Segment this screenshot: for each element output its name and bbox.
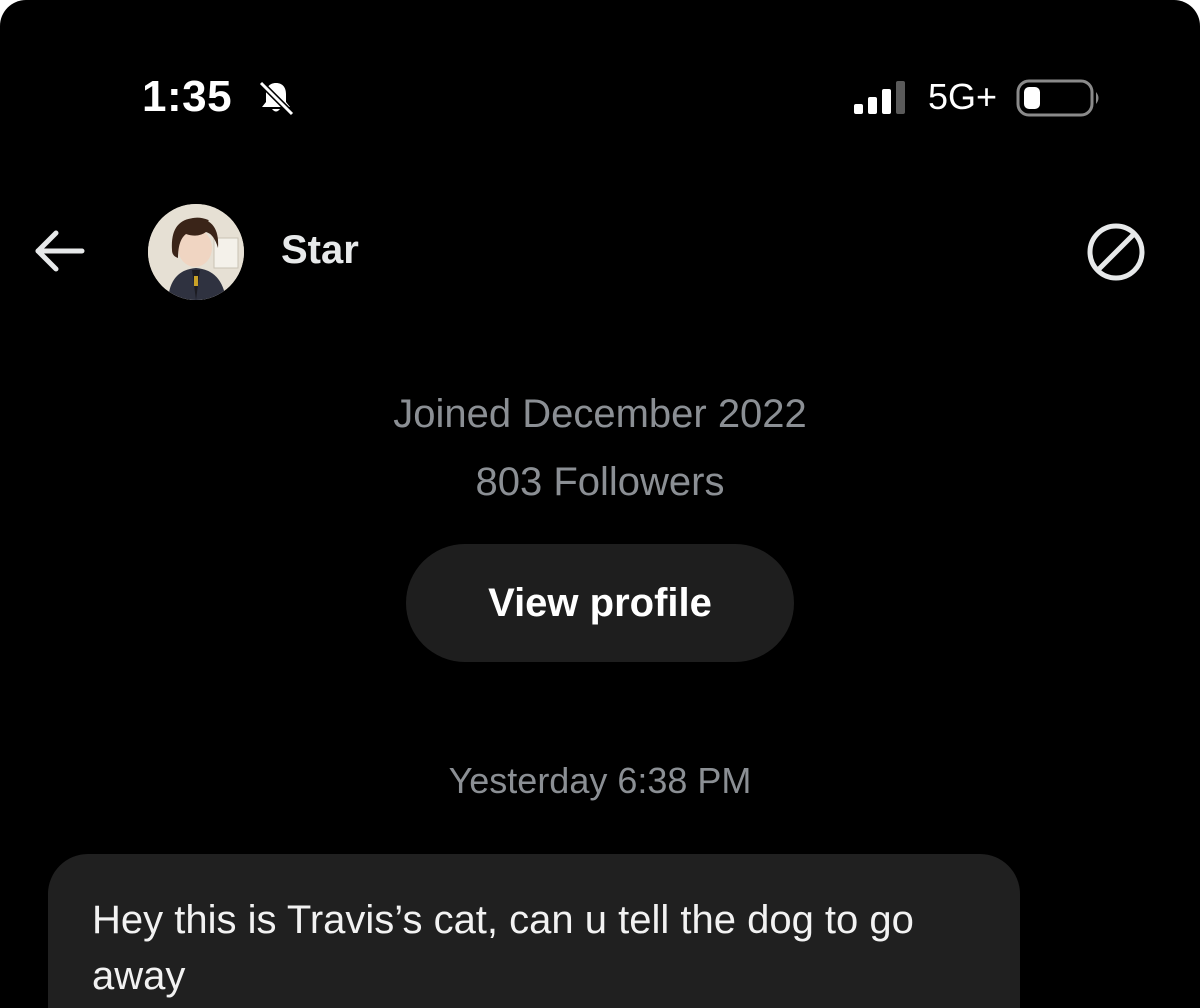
avatar-illustration [148, 204, 244, 300]
status-time: 1:35 [142, 72, 233, 121]
view-profile-button[interactable]: View profile [406, 544, 794, 662]
message-timestamp: Yesterday 6:38 PM [448, 760, 752, 801]
battery-icon [1016, 79, 1099, 117]
network-type: 5G+ [928, 76, 998, 117]
followers-count: 803 Followers [475, 460, 725, 504]
message-text: Hey this is Travis’s cat, can u tell the… [92, 898, 914, 998]
avatar[interactable] [148, 204, 244, 300]
signal-icon [854, 81, 905, 114]
joined-date: Joined December 2022 [393, 392, 807, 436]
bell-slash-icon [258, 80, 295, 117]
contact-name[interactable]: Star [281, 228, 359, 273]
back-arrow-icon[interactable] [30, 222, 88, 280]
block-icon[interactable] [1084, 220, 1148, 284]
dm-screen: 1:35 5G+ Star Joined December 2022 803 F… [0, 0, 1200, 1008]
